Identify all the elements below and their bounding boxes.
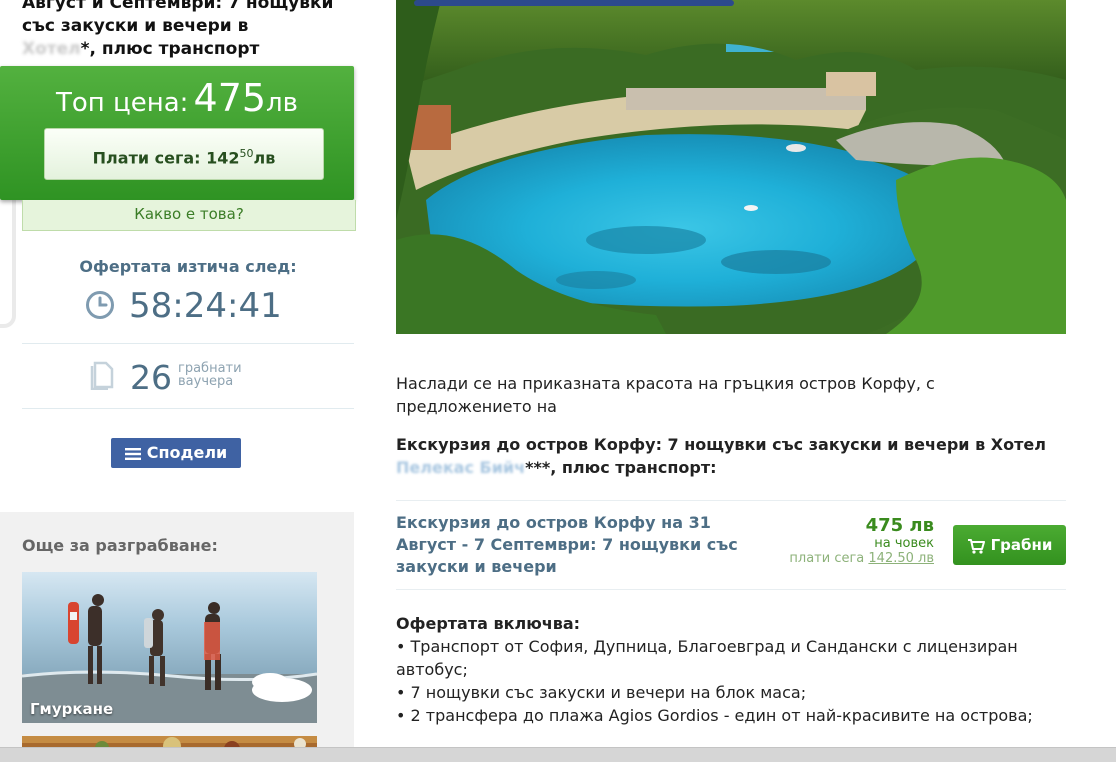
include-item: • 7 нощувки със закуски и вечери на блок… <box>396 683 807 702</box>
offer-price: 475 лв на човек плати сега 142.50 лв <box>789 515 934 566</box>
hero-image <box>396 0 1066 334</box>
include-item: • Транспорт от София, Дупница, Благоевгр… <box>396 637 1018 679</box>
deal-title-line-3: Хотел*, плюс транспорт <box>22 39 260 59</box>
vouchers-label: грабнати ваучера <box>178 361 242 389</box>
deal-title-line-2: със закуски и вечери в <box>22 16 249 36</box>
top-price-value: 475 <box>193 76 267 120</box>
countdown-value: 58:24:41 <box>129 286 282 326</box>
offer-pay-now: плати сега 142.50 лв <box>789 551 934 566</box>
top-price: Топ цена: 475лв <box>0 76 354 120</box>
document-icon <box>90 361 114 390</box>
offer-expires-label: Офертата изтича след: <box>79 257 297 276</box>
cart-icon <box>967 538 985 554</box>
offer-includes: Офертата включва: • Транспорт от София, … <box>396 612 1066 727</box>
left-sidebar: Август и Септември: 7 нощувки със закуск… <box>0 0 370 761</box>
deal-title-line-1: Август и Септември: 7 нощувки <box>22 0 334 13</box>
hotel-name-redacted: Пелекас Бийч <box>396 458 526 477</box>
share-button[interactable]: Сподели <box>111 438 241 468</box>
pay-now-button[interactable]: Плати сега: 14250лв <box>44 128 324 180</box>
horizontal-scrollbar[interactable] <box>0 747 1116 762</box>
offer-includes-title: Офертата включва: <box>396 614 581 633</box>
corfu-bay-image <box>396 0 1066 334</box>
intro-paragraph: Наслади се на приказната красота на гръц… <box>396 374 935 416</box>
offer-name[interactable]: Екскурзия до остров Корфу на 31 Август -… <box>396 512 746 578</box>
related-deal-caption: Гмуркане <box>30 700 114 718</box>
more-deals-title: Още за разграбване: <box>22 536 218 555</box>
offer-per-person: на човек <box>874 536 934 551</box>
top-price-currency: лв <box>266 88 298 118</box>
hotel-name-redacted: Хотел <box>22 39 81 59</box>
grab-button[interactable]: Грабни <box>953 525 1066 565</box>
vouchers-count: 26 <box>130 358 172 397</box>
deal-headline: Екскурзия до остров Корфу: 7 нощувки със… <box>396 435 1046 477</box>
deal-title-snippet: Август и Септември: 7 нощувки със закуск… <box>22 0 352 61</box>
clock-icon <box>86 291 114 319</box>
divider <box>22 408 354 409</box>
what-is-this-link[interactable]: Какво е това? <box>22 200 356 231</box>
price-box: Топ цена: 475лв Плати сега: 14250лв <box>0 66 354 200</box>
related-deal-card[interactable]: Гмуркане <box>22 572 317 723</box>
include-item: • 2 трансфера до плажа Agios Gordios - е… <box>396 706 1033 725</box>
offer-price-value: 475 лв <box>865 515 934 536</box>
top-price-label: Топ цена: <box>55 88 189 118</box>
offer-row: Екскурзия до остров Корфу на 31 Август -… <box>396 500 1066 590</box>
divider <box>22 343 354 344</box>
menu-icon <box>124 447 141 460</box>
